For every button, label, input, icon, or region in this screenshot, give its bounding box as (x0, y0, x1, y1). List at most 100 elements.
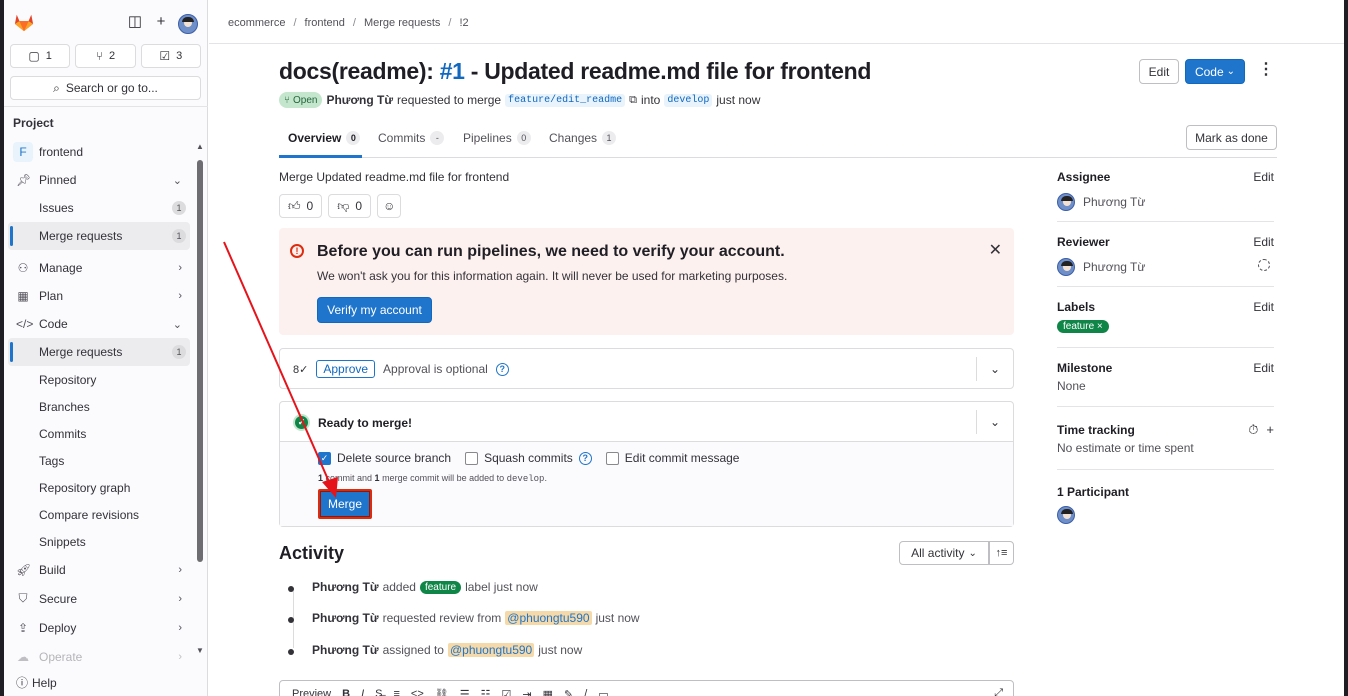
sidebar-toggle-icon[interactable]: ◫ (127, 14, 143, 30)
bullet-list-icon[interactable]: ☰ (460, 688, 470, 696)
user-mention[interactable]: @phuongtu590 (505, 611, 592, 625)
comment-template-icon[interactable]: ▭ (598, 688, 608, 696)
sidebar-item-operate[interactable]: ☁ Operate › (4, 642, 208, 671)
sidebar-scrollbar[interactable] (197, 160, 203, 562)
user-mention[interactable]: @phuongtu590 (447, 643, 535, 657)
sidebar-item-merge-requests-pinned[interactable]: Merge requests 1 (8, 222, 190, 250)
italic-icon[interactable]: I (361, 688, 364, 696)
label-pill[interactable]: feature × (1057, 320, 1109, 333)
issues-count-button[interactable]: ▢ 1 (10, 44, 71, 68)
tab-commits[interactable]: Commits - (378, 131, 445, 145)
attach-icon[interactable]: ✎ (564, 688, 573, 696)
thumbs-down-button[interactable]: 👎︎ 0 (328, 194, 372, 218)
task-list-icon[interactable]: ☑ (501, 688, 511, 696)
create-new-icon[interactable]: + (153, 14, 169, 30)
verify-account-button[interactable]: Verify my account (317, 297, 432, 323)
preview-tab[interactable]: Preview (292, 688, 331, 696)
sidebar-item-code[interactable]: </> Code ⌄ (4, 310, 208, 338)
breadcrumb-frontend[interactable]: frontend (305, 17, 345, 29)
approve-button[interactable]: Approve (316, 360, 376, 378)
thumbs-up-button[interactable]: 👍︎ 0 (279, 194, 323, 218)
expand-approval-button[interactable]: ⌄ (977, 349, 1013, 388)
close-icon[interactable]: ✕ (989, 240, 1002, 260)
link-icon[interactable]: ⛓ (435, 688, 449, 696)
sidebar-item-branches[interactable]: Branches (4, 393, 208, 420)
assignee-edit-button[interactable]: Edit (1253, 170, 1274, 184)
sidebar-item-snippets[interactable]: Snippets (4, 528, 208, 555)
sidebar-item-commits[interactable]: Commits (4, 420, 208, 447)
strikethrough-icon[interactable]: S̶ (375, 688, 382, 696)
bold-icon[interactable]: B (342, 688, 350, 696)
delete-source-branch-option[interactable]: ✓ Delete source branch (318, 451, 451, 465)
tab-pipelines[interactable]: Pipelines 0 (463, 131, 531, 145)
author-link[interactable]: Phương Từ (326, 93, 393, 107)
sidebar-item-tags[interactable]: Tags (4, 447, 208, 474)
sidebar-item-build[interactable]: 🚀︎ Build › (4, 555, 208, 584)
sidebar-item-secure[interactable]: ⛉ Secure › (4, 584, 208, 613)
squash-commits-checkbox[interactable] (465, 451, 479, 465)
mark-as-done-button[interactable]: Mark as done (1186, 125, 1277, 150)
scroll-down-arrow[interactable]: ▼ (196, 646, 204, 655)
gitlab-logo-icon[interactable] (13, 12, 35, 32)
sidebar-item-deploy[interactable]: ⇪ Deploy › (4, 613, 208, 642)
expand-merge-button[interactable]: ⌄ (977, 402, 1013, 441)
sidebar-item-plan[interactable]: ▦ Plan › (4, 282, 208, 310)
activity-author[interactable]: Phương Từ (312, 611, 379, 625)
participant-avatar[interactable] (1057, 506, 1075, 524)
avatar[interactable] (1057, 193, 1075, 211)
merge-requests-count-button[interactable]: ⑂ 2 (75, 44, 136, 68)
target-branch[interactable]: develop (664, 93, 713, 107)
list-icon[interactable]: ≡ (393, 688, 399, 696)
sort-direction-button[interactable]: ↑≡ (989, 541, 1014, 565)
copy-icon[interactable]: ⧉ (629, 94, 637, 107)
sidebar-item-pinned[interactable]: 📌︎ Pinned ⌄ (4, 166, 208, 194)
sidebar-item-repository[interactable]: Repository (4, 366, 208, 393)
sidebar-item-manage[interactable]: ⚇ Manage › (4, 254, 208, 282)
table-icon[interactable]: ▦ (543, 688, 553, 696)
reviewer-edit-button[interactable]: Edit (1253, 235, 1274, 249)
sidebar-item-compare-revisions[interactable]: Compare revisions (4, 501, 208, 528)
code-dropdown-button[interactable]: Code ⌄ (1185, 59, 1245, 84)
fullscreen-icon[interactable]: ⤢ (994, 687, 1003, 696)
merge-button[interactable]: Merge (318, 489, 372, 519)
todos-count-button[interactable]: ☑ 3 (140, 44, 201, 68)
tab-overview[interactable]: Overview 0 (288, 131, 361, 145)
breadcrumb-mr-id[interactable]: !2 (459, 17, 468, 29)
user-avatar[interactable] (178, 14, 198, 34)
stopwatch-icon[interactable]: ⏱︎ (1248, 422, 1258, 438)
label-pill[interactable]: feature (419, 580, 462, 594)
source-branch[interactable]: feature/edit_readme (505, 93, 626, 107)
edit-commit-message-checkbox[interactable] (605, 451, 619, 465)
scroll-up-arrow[interactable]: ▲ (196, 142, 204, 151)
numbered-list-icon[interactable]: ☷ (481, 688, 491, 696)
milestone-edit-button[interactable]: Edit (1253, 361, 1274, 375)
code-icon[interactable]: <> (411, 688, 424, 696)
edit-button[interactable]: Edit (1139, 59, 1179, 84)
squash-commits-option[interactable]: Squash commits? (465, 451, 592, 465)
avatar[interactable] (1057, 258, 1075, 276)
delete-source-branch-checkbox[interactable]: ✓ (318, 451, 331, 465)
sidebar-item-project[interactable]: F frontend (4, 138, 208, 166)
activity-author[interactable]: Phương Từ (312, 643, 379, 657)
quick-actions-icon[interactable]: / (584, 688, 587, 696)
assignee-name[interactable]: Phương Từ (1083, 195, 1145, 209)
sidebar-item-issues[interactable]: Issues 1 (4, 194, 208, 222)
search-button[interactable]: ⌕ Search or go to... (10, 76, 201, 100)
close-icon[interactable]: × (1097, 321, 1103, 332)
breadcrumb-ecommerce[interactable]: ecommerce (228, 17, 285, 29)
activity-filter-dropdown[interactable]: All activity ⌄ (899, 541, 989, 565)
question-icon[interactable]: ? (578, 451, 592, 465)
tab-changes[interactable]: Changes 1 (549, 131, 617, 145)
activity-author[interactable]: Phương Từ (312, 580, 379, 594)
help-button[interactable]: ⓘ Help (16, 674, 57, 691)
reviewer-name[interactable]: Phương Từ (1083, 260, 1145, 274)
question-icon[interactable]: ? (495, 362, 509, 376)
sidebar-item-repository-graph[interactable]: Repository graph (4, 474, 208, 501)
more-actions-icon[interactable]: ⋮ (1258, 60, 1274, 80)
edit-commit-message-option[interactable]: Edit commit message (605, 451, 739, 465)
sidebar-item-merge-requests[interactable]: Merge requests 1 (8, 338, 190, 366)
breadcrumb-merge-requests[interactable]: Merge requests (364, 17, 440, 29)
labels-edit-button[interactable]: Edit (1253, 300, 1274, 314)
add-icon[interactable]: + (1266, 422, 1274, 438)
add-reaction-button[interactable]: ☺ (377, 194, 402, 218)
